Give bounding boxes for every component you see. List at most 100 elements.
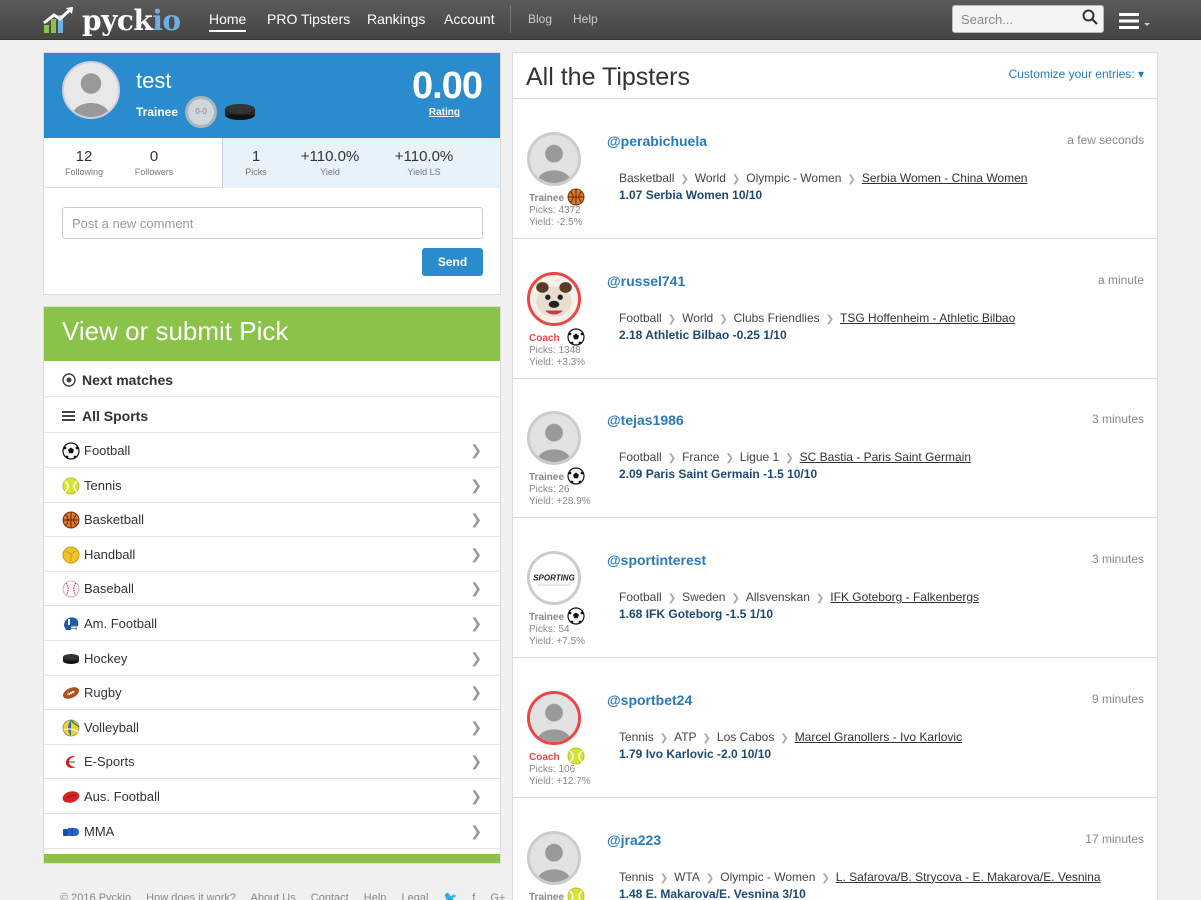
mma-glove-icon xyxy=(62,823,80,841)
sport-item-football[interactable]: Football ❯ xyxy=(44,433,500,468)
breadcrumb-item[interactable]: Sweden xyxy=(682,590,725,604)
breadcrumb-item[interactable]: Olympic - Women xyxy=(720,870,815,884)
profile-rank: Trainee xyxy=(136,105,179,119)
breadcrumb-item[interactable]: World xyxy=(695,171,726,185)
breadcrumb-item[interactable]: WTA xyxy=(674,870,700,884)
pick-timestamp: 9 minutes xyxy=(1091,691,1144,706)
nav-help[interactable]: Help xyxy=(573,12,598,26)
breadcrumb-item[interactable]: Olympic - Women xyxy=(746,171,841,185)
breadcrumb-item[interactable]: Tennis xyxy=(619,730,654,744)
list-icon xyxy=(62,411,75,421)
handball-icon xyxy=(62,546,80,564)
send-button[interactable]: Send xyxy=(422,248,483,276)
volleyball-icon xyxy=(62,719,80,737)
google-plus-icon[interactable]: G+ xyxy=(490,892,505,900)
breadcrumb-item[interactable]: Tennis xyxy=(619,870,654,884)
sport-item-label: MMA xyxy=(84,823,115,839)
footer-contact[interactable]: Contact xyxy=(311,892,349,900)
tipster-avatar[interactable] xyxy=(527,411,581,466)
rating-link[interactable]: Rating xyxy=(429,107,460,118)
footer-how-it-works[interactable]: How does it work? xyxy=(146,892,236,900)
comment-input[interactable]: Post a new comment xyxy=(62,207,483,239)
tipster-handle[interactable]: @sportbet24 xyxy=(607,692,692,708)
pick-selection: 2.18 Athletic Bilbao -0.25 1/10 xyxy=(619,327,787,342)
profile-card: test Trainee 0-0 0.00 Rating 12 Following… xyxy=(43,52,501,295)
match-link[interactable]: SC Bastia - Paris Saint Germain xyxy=(800,450,971,464)
twitter-icon[interactable]: 🐦 xyxy=(443,892,457,900)
tipster-handle[interactable]: @jra223 xyxy=(607,832,661,848)
tennis-icon xyxy=(567,887,585,900)
sport-item-baseball[interactable]: Baseball ❯ xyxy=(44,571,500,607)
rating-value: 0.00 xyxy=(412,65,483,107)
sport-item-volleyball[interactable]: Volleyball ❯ xyxy=(44,710,500,745)
breadcrumb-item[interactable]: Los Cabos xyxy=(717,730,774,744)
profile-stats: 12 Following 0 Followers 1 Picks +110.0% Yie… xyxy=(44,138,500,188)
pick-panel: View or submit Pick Next matches All Spo… xyxy=(43,306,501,864)
pick-breadcrumb: Football ❯ World ❯ Clubs Friendlies ❯ TSG Hoff… xyxy=(619,311,1015,325)
profile-username[interactable]: test xyxy=(136,68,171,94)
sport-item-aus-football[interactable]: Aus. Football ❯ xyxy=(44,779,500,814)
match-link[interactable]: IFK Goteborg - Falkenbergs xyxy=(830,590,979,604)
nav-home[interactable]: Home xyxy=(209,11,247,32)
breadcrumb-item[interactable]: Allsvenskan xyxy=(746,590,810,604)
match-link[interactable]: TSG Hoffenheim - Athletic Bilbao xyxy=(840,311,1015,325)
next-matches-row[interactable]: Next matches xyxy=(44,362,500,397)
customize-entries-dropdown[interactable]: Customize your entries: ▾ xyxy=(1009,67,1144,81)
tipster-avatar[interactable] xyxy=(527,830,581,885)
footer-help[interactable]: Help xyxy=(364,892,387,900)
nav-rankings[interactable]: Rankings xyxy=(367,11,425,27)
sport-item-tennis[interactable]: Tennis ❯ xyxy=(44,468,500,503)
breadcrumb-item[interactable]: Basketball xyxy=(619,171,674,185)
nav-account[interactable]: Account xyxy=(444,11,495,27)
tipster-handle[interactable]: @russel741 xyxy=(607,273,685,289)
breadcrumb-item[interactable]: Football xyxy=(619,590,662,604)
nav-blog[interactable]: Blog xyxy=(528,12,552,26)
sport-item-mma[interactable]: MMA ❯ xyxy=(44,814,500,849)
stat-followers[interactable]: 0 Followers xyxy=(132,148,176,177)
breadcrumb-separator-icon: ❯ xyxy=(667,453,677,465)
sport-item-basketball[interactable]: Basketball ❯ xyxy=(44,502,500,538)
breadcrumb-item[interactable]: World xyxy=(682,311,713,325)
breadcrumb-item[interactable]: Football xyxy=(619,311,662,325)
pyckio-logo[interactable]: pyckio xyxy=(42,4,181,37)
footer-about[interactable]: About Us xyxy=(250,892,295,900)
pick-timestamp: 3 minutes xyxy=(1091,412,1144,427)
tipster-avatar[interactable] xyxy=(527,271,581,326)
hamburger-menu-icon[interactable] xyxy=(1119,12,1151,30)
match-link[interactable]: Serbia Women - China Women xyxy=(862,171,1028,185)
breadcrumb-item[interactable]: Clubs Friendlies xyxy=(734,311,820,325)
all-sports-row[interactable]: All Sports xyxy=(44,398,500,433)
sport-item-handball[interactable]: Handball ❯ xyxy=(44,537,500,572)
tipsters-panel: All the Tipsters Customize your entries:… xyxy=(512,52,1158,900)
sport-item-am-football[interactable]: Am. Football ❯ xyxy=(44,606,500,641)
pick-breadcrumb: Football ❯ France ❯ Ligue 1 ❯ SC Bastia - Pari… xyxy=(619,450,971,464)
breadcrumb-item[interactable]: Football xyxy=(619,450,662,464)
tipster-handle[interactable]: @sportinterest xyxy=(607,552,706,568)
stat-following[interactable]: 12 Following xyxy=(64,148,104,177)
sport-item-label: Tennis xyxy=(84,477,122,493)
pick-breadcrumb: Basketball ❯ World ❯ Olympic - Women ❯ Serbia … xyxy=(619,171,1027,185)
tipster-handle[interactable]: @perabichuela xyxy=(607,133,707,149)
sport-item-label: Football xyxy=(84,443,131,458)
user-avatar[interactable] xyxy=(62,61,120,119)
match-link[interactable]: L. Safarova/B. Strycova - E. Makarova/E.… xyxy=(836,870,1101,884)
nav-pro-tipsters[interactable]: PRO Tipsters xyxy=(267,11,350,27)
sport-item-hockey[interactable]: Hockey ❯ xyxy=(44,641,500,676)
pick-timestamp: a few seconds xyxy=(1067,133,1144,147)
search-icon[interactable] xyxy=(1082,9,1098,25)
breadcrumb-item[interactable]: France xyxy=(682,450,719,464)
sport-item-e-sports[interactable]: E-Sports ❯ xyxy=(44,744,500,780)
breadcrumb-item[interactable]: ATP xyxy=(674,730,696,744)
chevron-right-icon: ❯ xyxy=(470,684,482,701)
tipster-handle[interactable]: @tejas1986 xyxy=(607,412,684,428)
tipster-avatar[interactable]: SPORTING xyxy=(527,551,581,606)
footer-legal[interactable]: Legal xyxy=(401,892,428,900)
match-link[interactable]: Marcel Granollers - Ivo Karlovic xyxy=(795,730,962,744)
tipster-avatar[interactable] xyxy=(527,690,581,745)
tipster-entry: @russel741 a minute Coach Picks: 1348 Yield:… xyxy=(513,239,1157,379)
sport-item-rugby[interactable]: Rugby ❯ xyxy=(44,675,500,711)
breadcrumb-item[interactable]: Ligue 1 xyxy=(740,450,779,464)
facebook-icon[interactable]: f xyxy=(472,892,475,900)
chevron-right-icon: ❯ xyxy=(470,511,482,528)
tipster-avatar[interactable] xyxy=(527,132,581,186)
